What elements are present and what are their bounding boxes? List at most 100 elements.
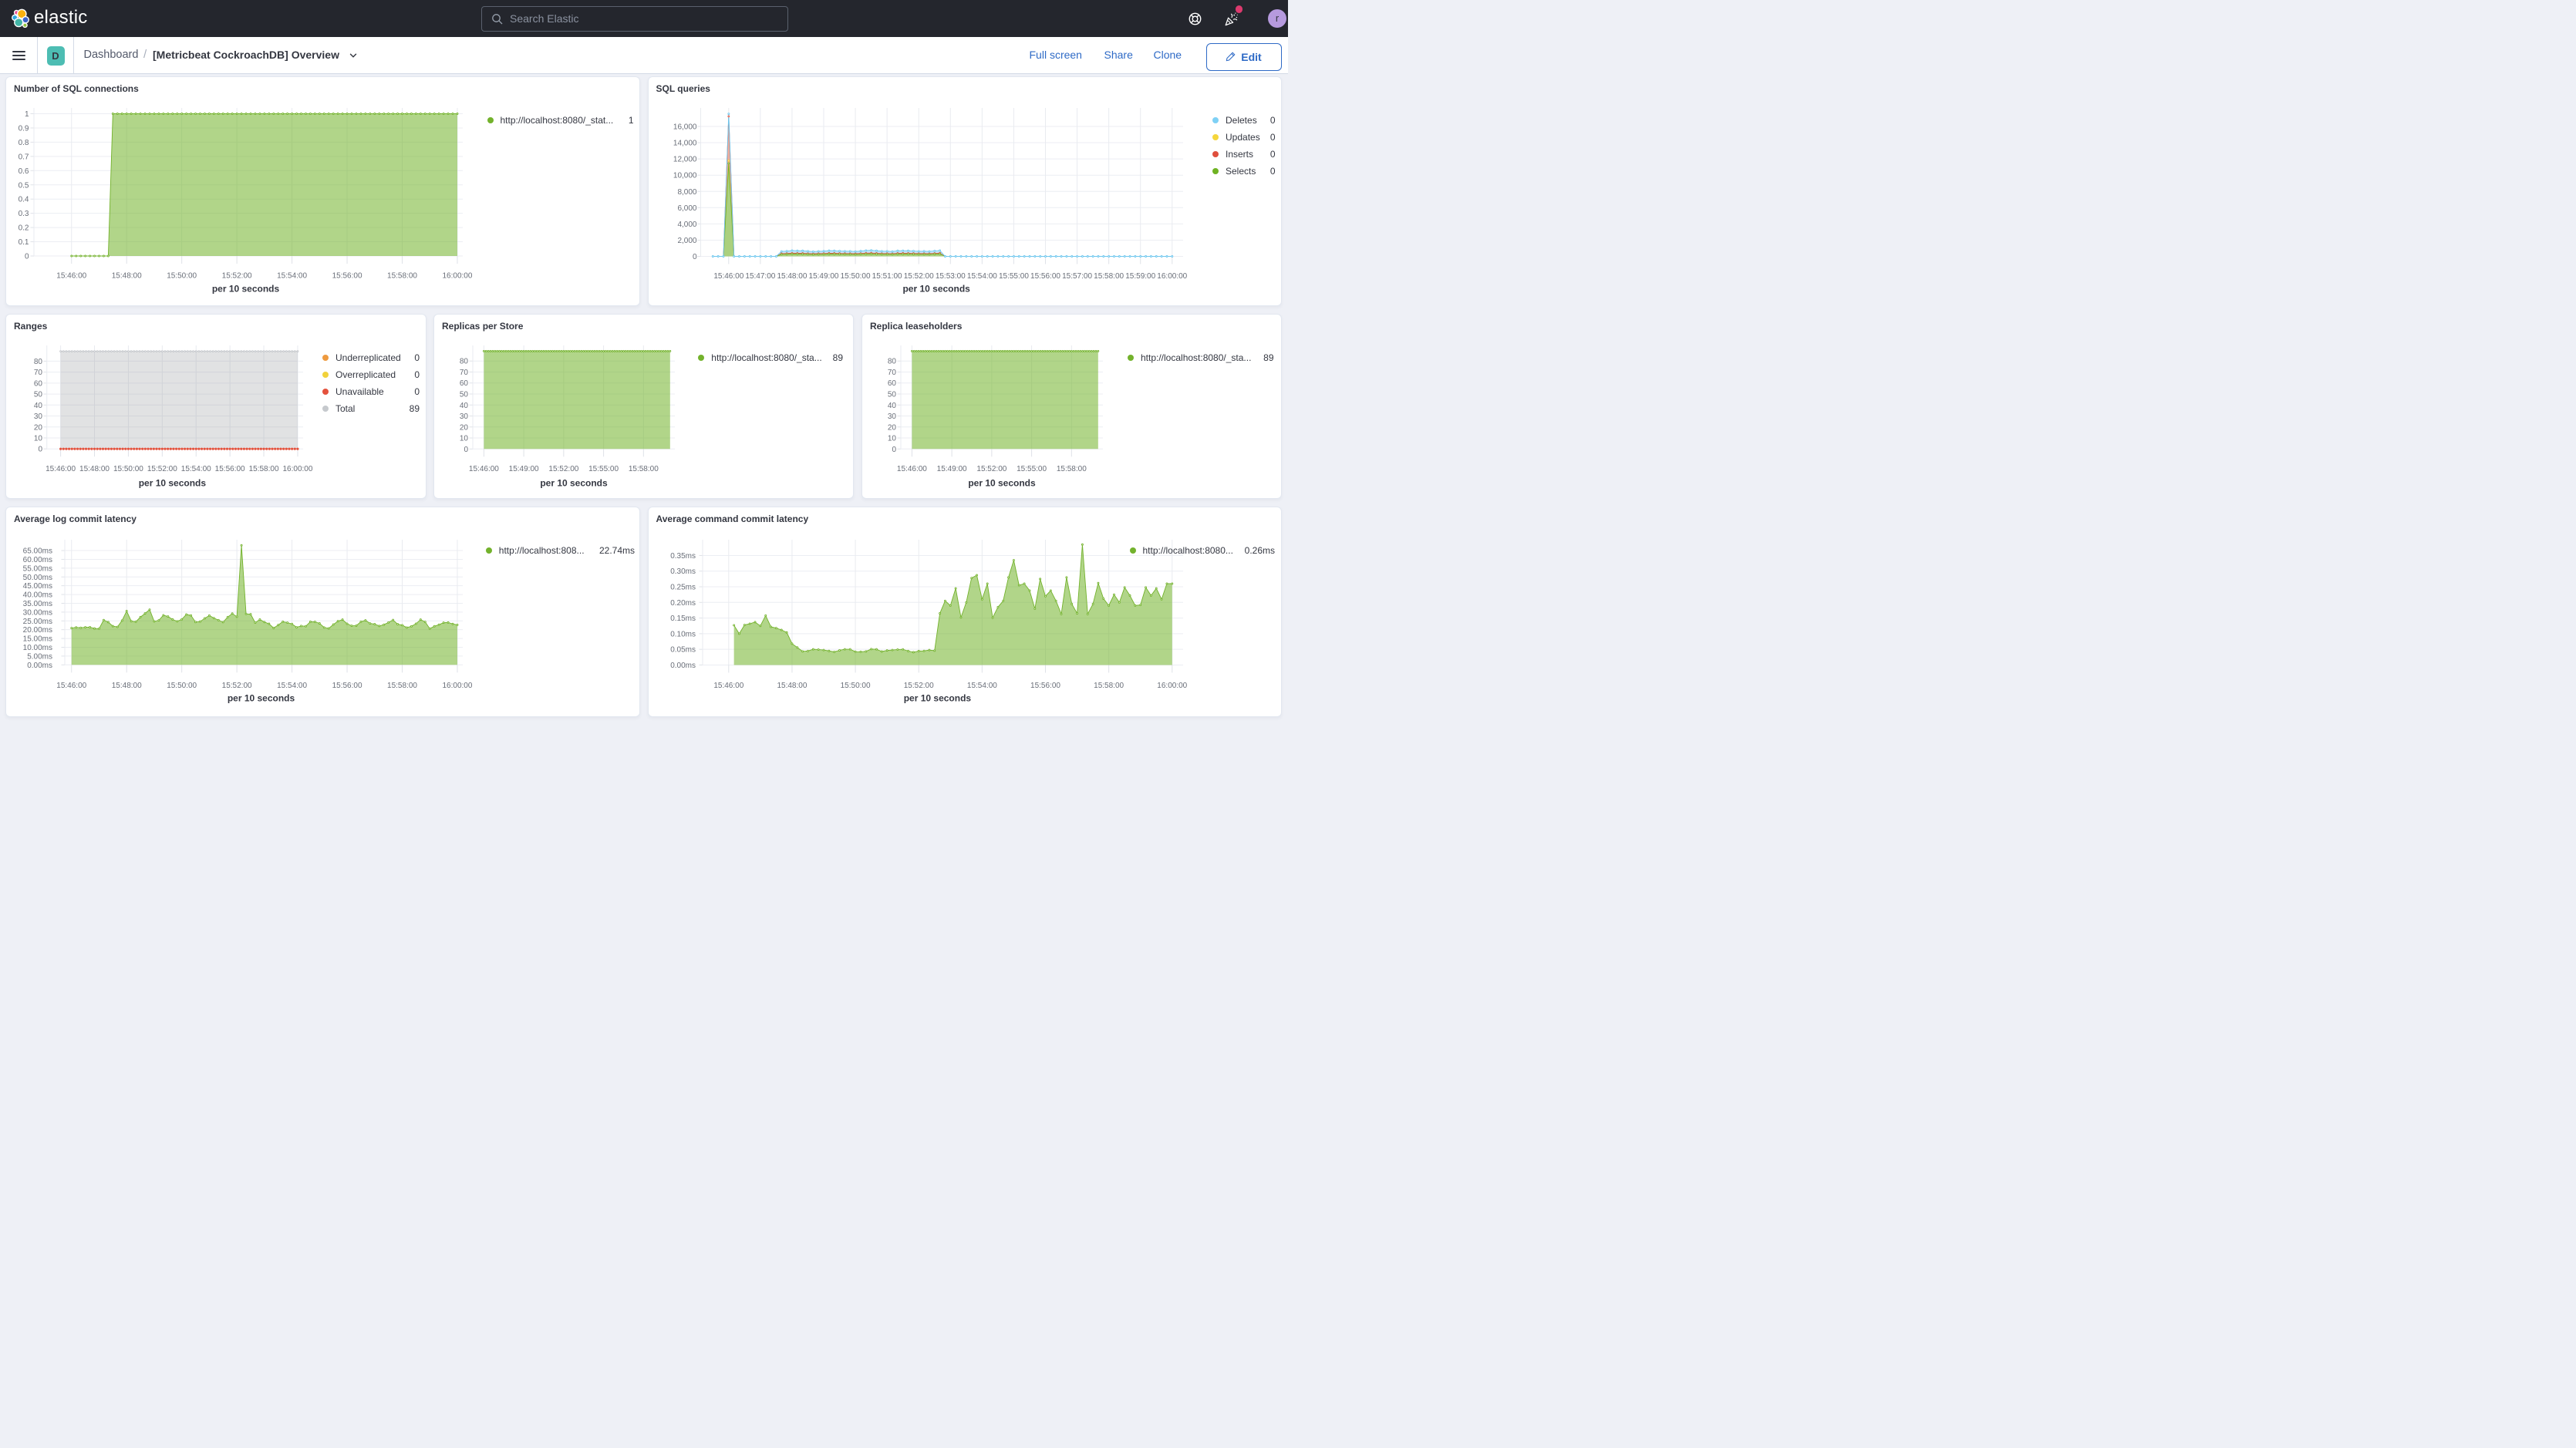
svg-text:0.20ms: 0.20ms [670, 599, 696, 608]
svg-text:12,000: 12,000 [673, 156, 696, 164]
svg-text:per 10 seconds: per 10 seconds [228, 693, 295, 704]
svg-text:15:54:00: 15:54:00 [966, 272, 996, 281]
svg-text:0.2: 0.2 [19, 224, 29, 233]
svg-text:0.9: 0.9 [19, 124, 29, 133]
svg-text:15:56:00: 15:56:00 [1030, 272, 1060, 281]
svg-text:15.00ms: 15.00ms [23, 635, 52, 644]
svg-text:0.00ms: 0.00ms [27, 662, 52, 670]
svg-text:16,000: 16,000 [673, 123, 696, 132]
svg-text:10: 10 [888, 435, 897, 443]
svg-text:15:56:00: 15:56:00 [215, 465, 245, 473]
svg-text:20: 20 [34, 423, 43, 432]
svg-text:15:57:00: 15:57:00 [1062, 272, 1092, 281]
svg-text:15:56:00: 15:56:00 [332, 682, 362, 690]
svg-text:15:58:00: 15:58:00 [249, 465, 279, 473]
svg-text:0.8: 0.8 [19, 139, 29, 147]
svg-text:15:53:00: 15:53:00 [935, 272, 965, 281]
svg-text:0.6: 0.6 [19, 167, 29, 176]
svg-text:per 10 seconds: per 10 seconds [902, 284, 970, 295]
svg-text:0: 0 [38, 446, 42, 454]
svg-text:8,000: 8,000 [677, 188, 696, 197]
svg-text:60: 60 [460, 379, 469, 388]
svg-text:6,000: 6,000 [677, 204, 696, 213]
svg-text:15:51:00: 15:51:00 [872, 272, 902, 281]
svg-text:0.30ms: 0.30ms [670, 567, 696, 576]
svg-text:15:55:00: 15:55:00 [588, 465, 619, 473]
svg-text:50: 50 [888, 391, 897, 399]
svg-text:50.00ms: 50.00ms [23, 574, 52, 582]
svg-text:15:46:00: 15:46:00 [713, 272, 743, 281]
svg-text:10: 10 [460, 435, 469, 443]
svg-text:15:58:00: 15:58:00 [387, 682, 417, 690]
svg-text:15:52:00: 15:52:00 [903, 272, 933, 281]
svg-text:15:59:00: 15:59:00 [1125, 272, 1155, 281]
svg-text:80: 80 [888, 358, 897, 366]
svg-text:15:48:00: 15:48:00 [777, 272, 807, 281]
svg-text:60: 60 [888, 379, 897, 388]
svg-text:30: 30 [888, 413, 897, 421]
svg-text:15:52:00: 15:52:00 [222, 272, 252, 281]
svg-text:15:52:00: 15:52:00 [976, 465, 1006, 473]
svg-text:15:49:00: 15:49:00 [937, 465, 967, 473]
svg-text:4,000: 4,000 [677, 221, 696, 229]
svg-text:15:50:00: 15:50:00 [167, 272, 197, 281]
svg-text:20: 20 [460, 423, 469, 432]
svg-text:15:52:00: 15:52:00 [147, 465, 177, 473]
svg-text:0.3: 0.3 [19, 210, 29, 218]
svg-text:0.35ms: 0.35ms [670, 552, 696, 561]
svg-text:70: 70 [34, 369, 43, 377]
svg-text:10: 10 [34, 434, 43, 443]
svg-text:20.00ms: 20.00ms [23, 626, 52, 635]
svg-text:25.00ms: 25.00ms [23, 618, 52, 626]
svg-text:15:49:00: 15:49:00 [509, 465, 539, 473]
svg-text:15:48:00: 15:48:00 [777, 682, 807, 690]
svg-text:15:52:00: 15:52:00 [903, 682, 933, 690]
svg-text:15:55:00: 15:55:00 [998, 272, 1028, 281]
svg-text:16:00:00: 16:00:00 [283, 465, 313, 473]
svg-text:0.05ms: 0.05ms [670, 646, 696, 655]
svg-text:60: 60 [34, 379, 43, 388]
svg-text:20: 20 [888, 423, 897, 432]
svg-text:15:49:00: 15:49:00 [808, 272, 838, 281]
svg-text:0.00ms: 0.00ms [670, 662, 696, 670]
svg-text:15:58:00: 15:58:00 [629, 465, 659, 473]
svg-text:55.00ms: 55.00ms [23, 564, 52, 573]
svg-text:15:52:00: 15:52:00 [222, 682, 252, 690]
svg-text:35.00ms: 35.00ms [23, 600, 52, 608]
svg-text:15:46:00: 15:46:00 [897, 465, 927, 473]
svg-text:40: 40 [34, 402, 43, 410]
svg-text:per 10 seconds: per 10 seconds [968, 478, 1036, 489]
svg-text:15:54:00: 15:54:00 [277, 272, 307, 281]
svg-text:0.15ms: 0.15ms [670, 615, 696, 623]
svg-text:16:00:00: 16:00:00 [1157, 272, 1187, 281]
svg-text:80: 80 [460, 358, 469, 366]
svg-text:80: 80 [34, 358, 43, 366]
svg-text:30: 30 [460, 413, 469, 421]
svg-text:15:48:00: 15:48:00 [112, 682, 142, 690]
svg-text:65.00ms: 65.00ms [23, 547, 52, 556]
svg-text:30.00ms: 30.00ms [23, 608, 52, 617]
svg-text:40.00ms: 40.00ms [23, 591, 52, 600]
svg-text:30: 30 [34, 413, 43, 421]
svg-text:per 10 seconds: per 10 seconds [139, 478, 207, 489]
svg-text:0.7: 0.7 [19, 153, 29, 161]
svg-text:0.4: 0.4 [19, 196, 29, 204]
svg-text:0: 0 [25, 253, 29, 261]
svg-text:15:46:00: 15:46:00 [56, 682, 86, 690]
svg-text:15:54:00: 15:54:00 [277, 682, 307, 690]
svg-text:15:46:00: 15:46:00 [713, 682, 743, 690]
svg-text:70: 70 [460, 369, 469, 377]
svg-text:0.25ms: 0.25ms [670, 584, 696, 592]
svg-text:15:58:00: 15:58:00 [1094, 272, 1124, 281]
svg-text:16:00:00: 16:00:00 [443, 272, 473, 281]
svg-text:15:54:00: 15:54:00 [966, 682, 996, 690]
svg-text:50: 50 [34, 391, 43, 399]
svg-text:0: 0 [692, 253, 696, 261]
svg-text:15:54:00: 15:54:00 [181, 465, 211, 473]
svg-text:15:52:00: 15:52:00 [548, 465, 578, 473]
svg-text:15:46:00: 15:46:00 [46, 465, 76, 473]
svg-text:15:50:00: 15:50:00 [113, 465, 143, 473]
svg-text:per 10 seconds: per 10 seconds [212, 284, 280, 295]
svg-text:0.1: 0.1 [19, 238, 29, 247]
svg-text:2,000: 2,000 [677, 237, 696, 245]
